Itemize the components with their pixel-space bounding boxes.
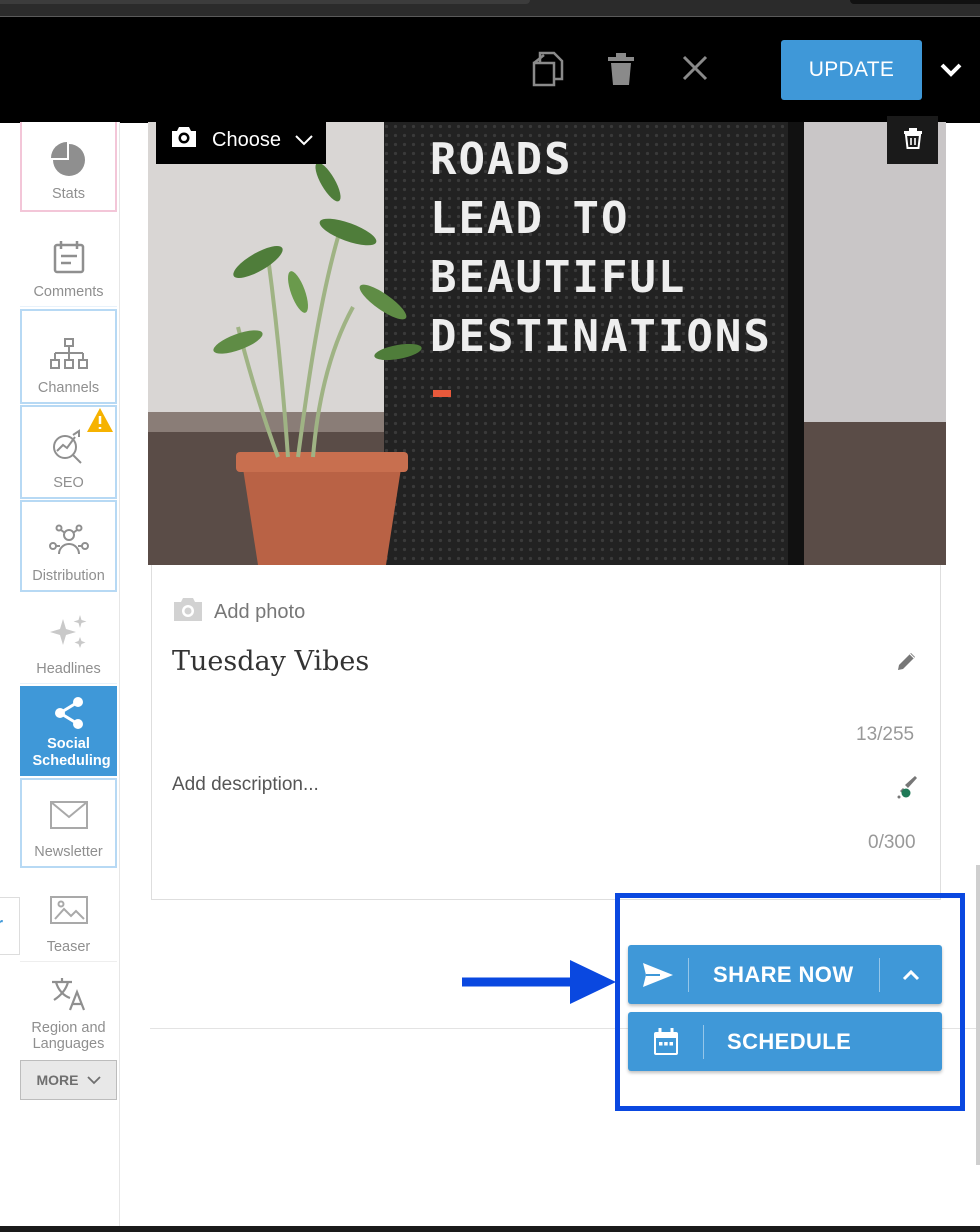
copy-icon[interactable] [528, 47, 572, 91]
calendar-note-icon [53, 240, 85, 274]
warning-icon [86, 407, 114, 437]
choose-label: Choose [212, 128, 281, 151]
collapsed-panel-tab[interactable]: r [0, 897, 20, 955]
camera-icon [170, 125, 198, 155]
sparkle-icon [49, 613, 89, 653]
add-photo-label: Add photo [214, 600, 306, 623]
sidebar-item-label: Distribution [32, 568, 105, 584]
editor-toolbar: UPDATE [0, 16, 980, 123]
sidebar-item-label: Social Scheduling [32, 736, 111, 769]
image-text-line: BEAUTIFUL [430, 252, 687, 303]
sidebar-item-social-scheduling[interactable]: Social Scheduling [20, 686, 117, 776]
sidebar-item-label: Region and Languages [31, 1020, 106, 1052]
people-network-icon [47, 524, 91, 558]
pie-chart-icon [50, 142, 87, 178]
seo-chart-icon [51, 429, 87, 465]
sidebar-item-label: Channels [37, 380, 100, 396]
bottom-strip [0, 1226, 980, 1232]
choose-media-button[interactable]: Choose [156, 116, 326, 164]
image-icon [49, 895, 89, 927]
title-char-counter: 13/255 [856, 724, 915, 745]
image-text-line: DESTINATIONS [430, 311, 772, 362]
sidebar: Stats Comments Channels SEO Distribution… [20, 122, 120, 1232]
trash-icon[interactable] [603, 49, 639, 89]
image-letterboard-text: ROADS LEAD TO BEAUTIFUL DESTINATIONS [430, 130, 772, 366]
more-button[interactable]: MORE [20, 1060, 117, 1100]
sidebar-item-label: Teaser [46, 939, 91, 955]
description-char-counter: 0/300 [868, 832, 916, 853]
close-icon[interactable] [676, 49, 714, 87]
sidebar-item-label: Newsletter [34, 844, 103, 860]
sidebar-item-label: Comments [33, 284, 104, 300]
post-image: ROADS LEAD TO BEAUTIFUL DESTINATIONS [148, 122, 946, 565]
image-text-line: LEAD TO [430, 193, 630, 244]
ai-brush-icon[interactable] [895, 774, 919, 805]
sidebar-item-region-languages[interactable]: Region and Languages [20, 964, 117, 1058]
chevron-down-icon [86, 1072, 101, 1088]
sidebar-item-teaser[interactable]: Teaser [20, 870, 117, 962]
sidebar-item-label: SEO [53, 475, 84, 491]
sidebar-item-headlines[interactable]: Headlines [20, 594, 117, 684]
sidebar-item-label: Stats [51, 186, 86, 202]
sidebar-item-stats[interactable]: Stats [20, 122, 117, 212]
annotation-highlight-box [615, 893, 965, 1111]
hierarchy-icon [49, 338, 88, 370]
sidebar-item-comments[interactable]: Comments [20, 214, 117, 307]
share-icon [52, 696, 86, 730]
sidebar-item-seo[interactable]: SEO [20, 405, 117, 499]
scrollbar[interactable] [976, 865, 980, 1165]
callout-arrow [460, 958, 620, 1009]
image-delete-button[interactable] [887, 116, 938, 164]
sidebar-item-distribution[interactable]: Distribution [20, 500, 117, 592]
description-input[interactable]: Add description... [172, 774, 319, 796]
sidebar-item-label: Headlines [36, 661, 101, 677]
envelope-icon [49, 800, 89, 830]
chevron-down-icon[interactable] [928, 53, 974, 87]
sidebar-item-channels[interactable]: Channels [20, 309, 117, 404]
browser-top-strip [0, 0, 980, 16]
add-photo-button[interactable]: Add photo [172, 595, 305, 629]
pencil-icon[interactable] [896, 650, 918, 677]
trash-icon [903, 127, 923, 154]
image-text-line: ROADS [430, 134, 573, 185]
post-title[interactable]: Tuesday Vibes [172, 646, 369, 677]
chevron-down-icon [295, 129, 313, 152]
camera-icon [172, 595, 204, 629]
update-button[interactable]: UPDATE [781, 40, 922, 100]
more-label: MORE [36, 1072, 79, 1088]
sidebar-item-newsletter[interactable]: Newsletter [20, 778, 117, 868]
translate-icon [50, 976, 88, 1012]
